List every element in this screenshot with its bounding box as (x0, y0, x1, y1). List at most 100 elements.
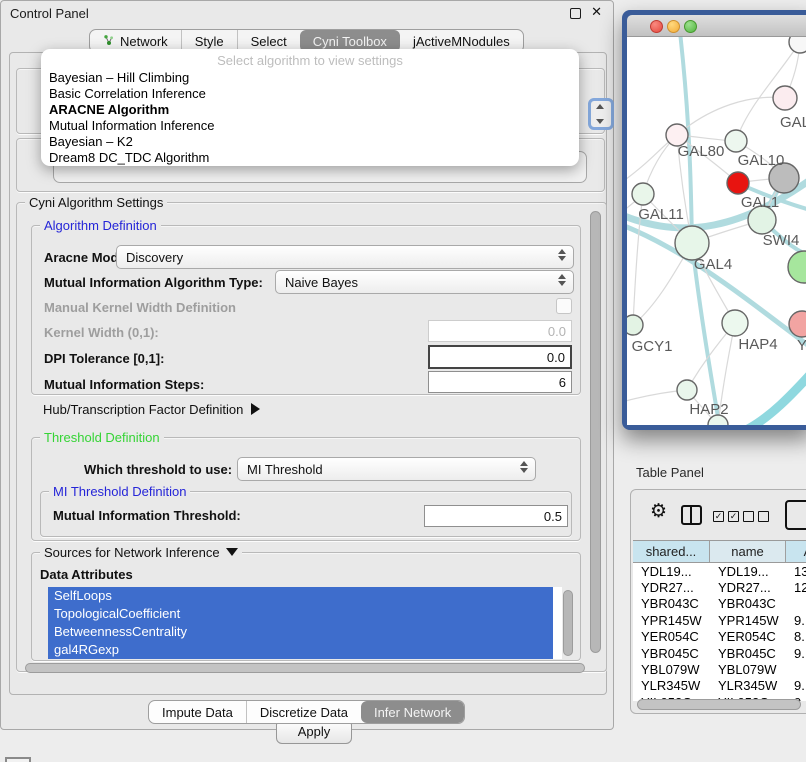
aracne-mode-combo[interactable]: Discovery (116, 245, 574, 269)
aracne-mode-value: Discovery (126, 250, 183, 265)
table-row[interactable]: YBR043CYBR043C (633, 596, 806, 612)
gear-icon[interactable]: ⚙ (650, 502, 667, 522)
table-row[interactable]: YBL079WYBL079W (633, 661, 806, 677)
algorithm-option-bayesian-k2[interactable]: Bayesian – K2 (41, 134, 579, 150)
hub-definition-toggle[interactable]: Hub/Transcription Factor Definition (43, 402, 260, 417)
algorithm-option-basic-correlation-inference[interactable]: Basic Correlation Inference (41, 86, 579, 102)
close-traffic-light-icon[interactable] (650, 20, 663, 33)
focused-stepper-fragment[interactable] (588, 98, 614, 130)
dpi-tolerance-label: DPI Tolerance [0,1]: (44, 351, 164, 366)
data-attributes-list[interactable]: SelfLoopsTopologicalCoefficientBetweenne… (48, 587, 562, 659)
node-hap4[interactable] (722, 310, 748, 336)
node-green-right[interactable] (788, 251, 806, 283)
mi-steps-field[interactable]: 6 (428, 371, 572, 393)
attribute-item-topologicalcoefficient[interactable]: TopologicalCoefficient (48, 605, 553, 623)
node-gal-pink[interactable] (773, 86, 797, 110)
algorithm-dropdown: Select algorithm to view settingsBayesia… (41, 49, 579, 166)
algorithm-option-dream8-dc-tdc-algorithm[interactable]: Dream8 DC_TDC Algorithm (41, 150, 579, 166)
attribute-item-gal4rgexp[interactable]: gal4RGexp (48, 641, 553, 659)
mi-type-combo[interactable]: Naive Bayes (275, 270, 574, 294)
node-gal10[interactable] (725, 130, 747, 152)
node-gal11[interactable] (632, 183, 654, 205)
table-row[interactable]: YDL19...YDL19...13 (633, 563, 806, 579)
node-label-gal4: GAL4 (694, 256, 732, 273)
stepper-arrows-icon (558, 274, 566, 286)
table-cell: YBL079W (710, 662, 786, 677)
tab-discretize-data[interactable]: Discretize Data (246, 701, 361, 723)
manual-kernel-checkbox[interactable] (556, 298, 572, 314)
algorithm-option-bayesian-hill-climbing[interactable]: Bayesian – Hill Climbing (41, 70, 579, 86)
table-cell: 9. (786, 613, 806, 628)
deselect-all-checkboxes-icon[interactable] (743, 511, 769, 522)
table-row[interactable]: YLR345WYLR345W9. (633, 678, 806, 694)
table-row[interactable]: YBR045CYBR045C9. (633, 645, 806, 661)
select-all-checkboxes-icon[interactable]: ✓✓ (713, 511, 739, 522)
column-header-a[interactable]: A (786, 541, 806, 562)
sources-title[interactable]: Sources for Network Inference (40, 545, 242, 560)
algorithm-option-mutual-information-inference[interactable]: Mutual Information Inference (41, 118, 579, 134)
settings-horizontal-scrollbar[interactable] (25, 663, 585, 673)
node-gcy1[interactable] (627, 315, 643, 335)
table-cell: YDL19... (633, 564, 710, 579)
stepper-arrows-icon (520, 461, 528, 473)
network-edge[interactable] (748, 367, 806, 425)
tab-label: Infer Network (374, 705, 451, 720)
table-panel-window: ⚙ ✓✓ shared...nameA YDL19...YDL19...13YD… (630, 489, 806, 714)
network-window-titlebar[interactable] (627, 15, 806, 37)
network-canvas[interactable]: GALGAL80GAL10GAL1GAL11SWI4GAL4GCY1HAP4YH… (627, 37, 806, 425)
node-label-gcy1: GCY1 (632, 338, 673, 355)
zoom-traffic-light-icon[interactable] (684, 20, 697, 33)
network-edge[interactable] (677, 97, 785, 135)
table-cell: YDR27... (633, 580, 710, 595)
node-gal4[interactable] (675, 226, 709, 260)
attribute-item-betweennesscentrality[interactable]: BetweennessCentrality (48, 623, 553, 641)
mi-type-value: Naive Bayes (285, 275, 358, 290)
tab-infer-network[interactable]: Infer Network (361, 701, 464, 723)
mi-threshold-group-title: MI Threshold Definition (49, 484, 190, 499)
table-cell: YDL19... (710, 564, 786, 579)
table-row[interactable]: YDR27...YDR27...12 (633, 579, 806, 595)
tab-impute-data[interactable]: Impute Data (149, 701, 246, 723)
close-icon[interactable]: ✕ (591, 4, 602, 20)
table-body: YDL19...YDL19...13YDR27...YDR27...12YBR0… (633, 563, 806, 701)
network-view-window: GALGAL80GAL10GAL1GAL11SWI4GAL4GCY1HAP4YH… (622, 10, 806, 430)
control-panel-bottom-tabs: Impute Data Discretize Data Infer Network (148, 700, 465, 724)
column-header-name[interactable]: name (710, 541, 786, 562)
cyni-algorithm-settings-group: Cyni Algorithm Settings Algorithm Defini… (16, 202, 607, 672)
table-panel-title: Table Panel (636, 465, 704, 480)
kernel-width-field[interactable]: 0.0 (428, 320, 572, 342)
node-label-gal80: GAL80 (678, 143, 725, 160)
table-cell: YBR045C (710, 646, 786, 661)
float-window-icon[interactable] (570, 8, 581, 19)
attributes-vertical-scrollbar[interactable] (563, 590, 573, 656)
mi-threshold-field[interactable]: 0.5 (424, 505, 568, 527)
mi-threshold-label: Mutual Information Threshold: (53, 508, 241, 523)
tab-label: Impute Data (162, 705, 233, 720)
column-header-shared[interactable]: shared... (633, 541, 710, 562)
node-red-node[interactable] (727, 172, 749, 194)
tab-label: Network (120, 34, 168, 49)
algorithm-option-aracne-algorithm[interactable]: ARACNE Algorithm (41, 102, 579, 118)
table-horizontal-scrollbar[interactable] (637, 699, 801, 710)
table-row[interactable]: YER054CYER054C8. (633, 629, 806, 645)
tab-label: Cyni Toolbox (313, 34, 387, 49)
node-label-y: Y (797, 337, 806, 354)
sources-group: Sources for Network Inference Data Attri… (31, 552, 581, 661)
minimize-traffic-light-icon[interactable] (667, 20, 680, 33)
table-row[interactable]: YPR145WYPR145W9. (633, 612, 806, 628)
algorithm-definition-group: Algorithm Definition Aracne Mode: Discov… (31, 225, 581, 395)
dpi-tolerance-field[interactable]: 0.0 (428, 345, 572, 369)
columns-icon[interactable] (681, 505, 702, 525)
node-top-partial[interactable] (789, 37, 806, 53)
network-icon (103, 34, 115, 49)
threshold-definition-title: Threshold Definition (40, 430, 164, 445)
settings-vertical-scrollbar[interactable] (590, 211, 601, 653)
bottom-left-partial-icon[interactable] (5, 757, 31, 762)
table-cell: YER054C (710, 629, 786, 644)
hub-definition-label: Hub/Transcription Factor Definition (43, 402, 243, 417)
node-hap2[interactable] (677, 380, 697, 400)
triangle-right-icon (251, 403, 260, 415)
attribute-item-selfloops[interactable]: SelfLoops (48, 587, 553, 605)
which-threshold-combo[interactable]: MI Threshold (237, 457, 536, 481)
table-options-icon[interactable] (785, 500, 806, 530)
